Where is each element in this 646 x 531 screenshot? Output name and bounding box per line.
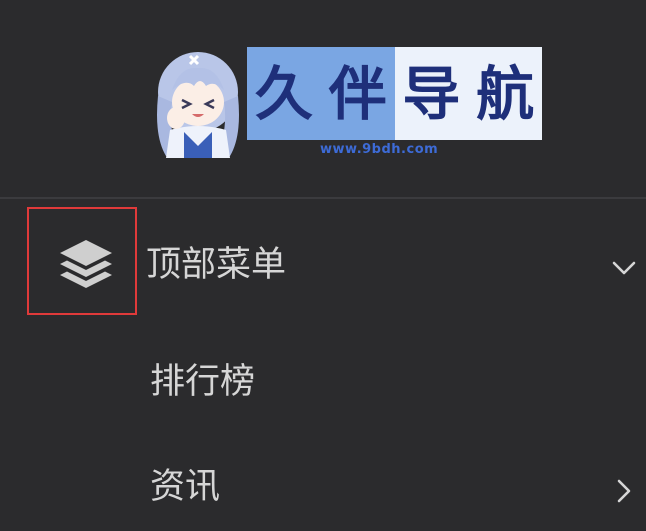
menu-item-label-news[interactable]: 资讯 [150,470,220,505]
header-divider [0,197,646,199]
logo-char-4: 航 [476,59,535,128]
site-logo[interactable]: 久 伴 导 航 www.9bdh.com [150,42,545,162]
menu-item-news[interactable] [0,453,646,523]
chevron-right-icon[interactable] [616,478,632,504]
logo-url: www.9bdh.com [320,142,439,157]
menu-item-label-top-menu[interactable]: 顶部菜单 [146,248,286,283]
logo-char-1: 久 [254,59,313,128]
layers-icon [60,240,112,288]
logo-title: 久 伴 导 航 [247,47,542,140]
logo-char-2: 伴 [328,59,387,128]
logo-char-3: 导 [402,59,461,128]
chevron-down-icon[interactable] [612,260,636,276]
menu-item-label-ranking[interactable]: 排行榜 [150,365,255,400]
menu-item-ranking[interactable] [0,348,646,418]
side-drawer: 久 伴 导 航 www.9bdh.com 顶部菜单 排行榜 资讯 [0,0,646,531]
mascot-avatar-icon [157,52,239,158]
